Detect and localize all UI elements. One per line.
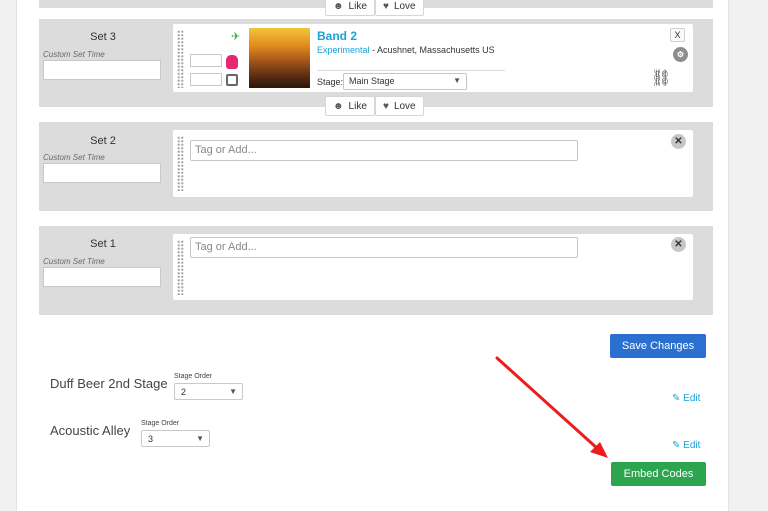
annotation-arrow — [495, 356, 608, 458]
